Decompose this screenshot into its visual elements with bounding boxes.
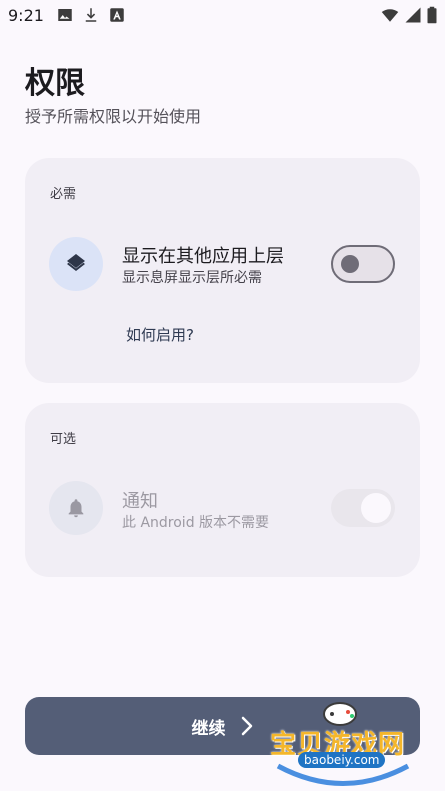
font-icon — [110, 8, 124, 22]
how-to-enable-link[interactable]: 如何启用? — [126, 324, 194, 345]
signal-icon — [405, 7, 421, 23]
chevron-right-icon — [241, 716, 252, 736]
optional-permissions-card: 可选 通知 此 Android 版本不需要 — [25, 403, 420, 577]
image-icon — [58, 9, 72, 21]
toggle-knob — [361, 493, 391, 523]
toggle-knob — [341, 255, 359, 273]
page-subtitle: 授予所需权限以开始使用 — [25, 107, 202, 126]
notification-icon-circle — [49, 481, 103, 535]
required-permissions-card: 必需 显示在其他应用上层 显示息屏显示层所必需 如何启用? — [25, 158, 420, 383]
watermark: 宝贝游戏网 baobeiy.com — [268, 696, 418, 788]
required-section-label: 必需 — [50, 187, 77, 202]
overlay-permission-description: 显示息屏显示层所必需 — [122, 270, 262, 286]
status-time: 9:21 — [8, 6, 44, 25]
bell-icon — [68, 499, 84, 518]
battery-icon — [427, 6, 437, 24]
overlay-permission-toggle[interactable] — [331, 245, 395, 283]
notification-permission-toggle[interactable] — [331, 489, 395, 527]
watermark-url: baobeiy.com — [298, 752, 386, 768]
layers-icon — [67, 254, 85, 271]
overlay-permission-title: 显示在其他应用上层 — [122, 246, 284, 267]
page-title: 权限 — [25, 66, 85, 101]
notification-permission-description: 此 Android 版本不需要 — [122, 515, 270, 531]
overlay-icon-circle — [49, 237, 103, 291]
status-bar: 9:21 — [0, 0, 445, 32]
optional-section-label: 可选 — [50, 432, 77, 447]
download-icon — [85, 8, 97, 22]
continue-button-label: 继续 — [191, 718, 226, 739]
notification-permission-title: 通知 — [122, 491, 158, 512]
wifi-icon — [381, 9, 399, 22]
